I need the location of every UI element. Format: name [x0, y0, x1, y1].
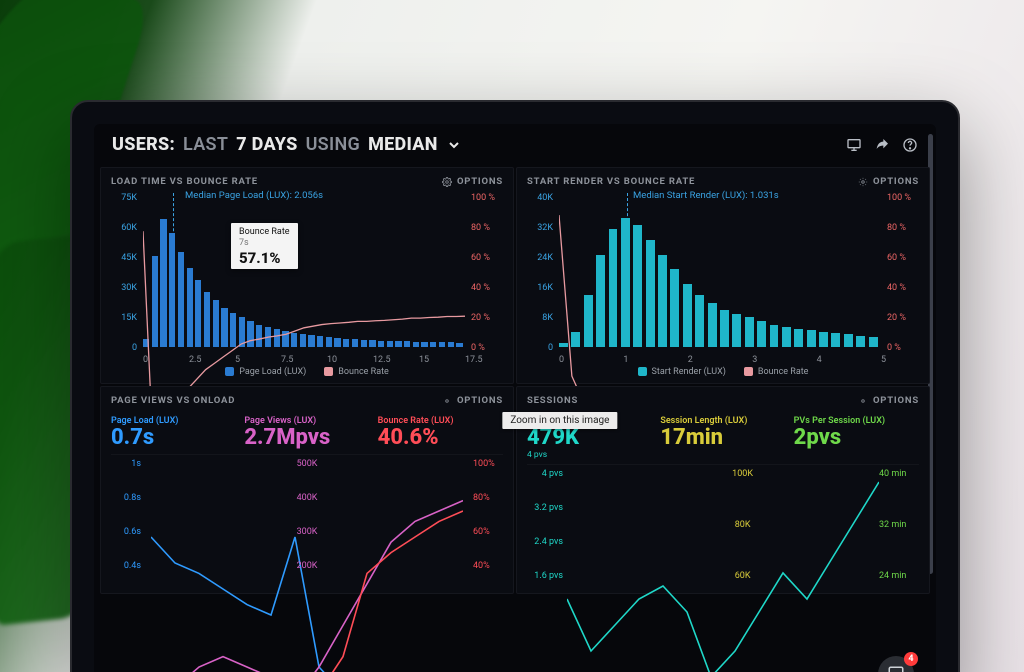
card-header: PAGE VIEWS VS ONLOAD OPTIONS	[111, 395, 503, 410]
options-label: OPTIONS	[873, 176, 919, 187]
card-title: LOAD TIME VS BOUNCE RATE	[111, 176, 258, 187]
dashboard-screen: USERS: LAST 7 DAYS USING MEDIAN LOAD TIM…	[94, 124, 936, 672]
tooltip-label: Bounce Rate	[239, 227, 290, 238]
tooltip-value: 57.1%	[239, 249, 290, 267]
card-grid: LOAD TIME VS BOUNCE RATE OPTIONS Median …	[94, 161, 936, 594]
card-load-time-vs-bounce: LOAD TIME VS BOUNCE RATE OPTIONS Median …	[100, 167, 514, 384]
zoom-hint-tooltip: Zoom in on this image	[502, 412, 617, 429]
tooltip-bounce: Bounce Rate 7s 57.1%	[231, 223, 298, 269]
page-title-group[interactable]: USERS: LAST 7 DAYS USING MEDIAN	[112, 134, 462, 155]
card-header: SESSIONS OPTIONS	[527, 395, 919, 410]
chart-sessions[interactable]: 4 pvs3.2 pvs2.4 pvs1.6 pvs100K80K60K40 m…	[527, 469, 919, 589]
card-header: START RENDER VS BOUNCE RATE OPTIONS	[527, 176, 919, 191]
title-last: LAST	[183, 134, 228, 155]
gear-icon	[442, 177, 452, 187]
chat-badge: 4	[904, 652, 918, 666]
title-users: USERS:	[112, 134, 175, 155]
title-days: 7 DAYS	[236, 134, 297, 155]
help-icon[interactable]	[902, 137, 918, 153]
share-icon[interactable]	[874, 137, 890, 153]
chart-load-bounce[interactable]: Bounce Rate 7s 57.1% 75K60K45K30K15K0100…	[111, 193, 503, 363]
monitor-icon[interactable]	[846, 137, 862, 153]
kpi: Page Load (LUX)0.7s	[111, 416, 236, 450]
gear-icon	[858, 177, 868, 187]
options-button[interactable]: OPTIONS	[858, 395, 919, 406]
kpi: Bounce Rate (LUX)40.6%	[378, 416, 503, 450]
multiline	[567, 469, 879, 672]
top-bar: USERS: LAST 7 DAYS USING MEDIAN	[94, 124, 936, 161]
kpi-row: Page Load (LUX)0.7sPage Views (LUX)2.7Mp…	[111, 410, 503, 455]
options-button[interactable]: OPTIONS	[858, 176, 919, 187]
kpi: Page Views (LUX)2.7Mpvs	[244, 416, 369, 450]
chat-button[interactable]: 4	[878, 656, 914, 672]
gear-icon	[858, 396, 868, 406]
card-page-views-vs-onload: PAGE VIEWS VS ONLOAD OPTIONS Page Load (…	[100, 386, 514, 594]
chart-pv-onload[interactable]: 1s0.8s0.6s0.4s500K400K300K200K100%80%60%…	[111, 459, 503, 579]
options-label: OPTIONS	[457, 176, 503, 187]
options-label: OPTIONS	[457, 395, 503, 406]
chart-render-bounce[interactable]: 40K32K24K16K8K0100 %80 %60 %40 %20 %0 %0…	[527, 193, 919, 363]
options-button[interactable]: OPTIONS	[442, 395, 503, 406]
chevron-down-icon[interactable]	[446, 137, 462, 153]
options-label: OPTIONS	[873, 395, 919, 406]
tooltip-sub: 7s	[239, 238, 290, 249]
laptop-frame: USERS: LAST 7 DAYS USING MEDIAN LOAD TIM…	[70, 100, 960, 672]
card-title: SESSIONS	[527, 395, 578, 406]
card-title: START RENDER VS BOUNCE RATE	[527, 176, 695, 187]
top-icons	[846, 137, 918, 153]
chat-icon	[887, 665, 905, 672]
card-start-render-vs-bounce: START RENDER VS BOUNCE RATE OPTIONS Medi…	[516, 167, 930, 384]
kpi: PVs Per Session (LUX)2pvs	[794, 416, 919, 460]
kpi: Session Length (LUX)17min	[660, 416, 785, 460]
card-header: LOAD TIME VS BOUNCE RATE OPTIONS	[111, 176, 503, 191]
gear-icon	[442, 396, 452, 406]
title-median: MEDIAN	[368, 134, 438, 155]
card-title: PAGE VIEWS VS ONLOAD	[111, 395, 235, 406]
options-button[interactable]: OPTIONS	[442, 176, 503, 187]
title-using: USING	[306, 134, 361, 155]
